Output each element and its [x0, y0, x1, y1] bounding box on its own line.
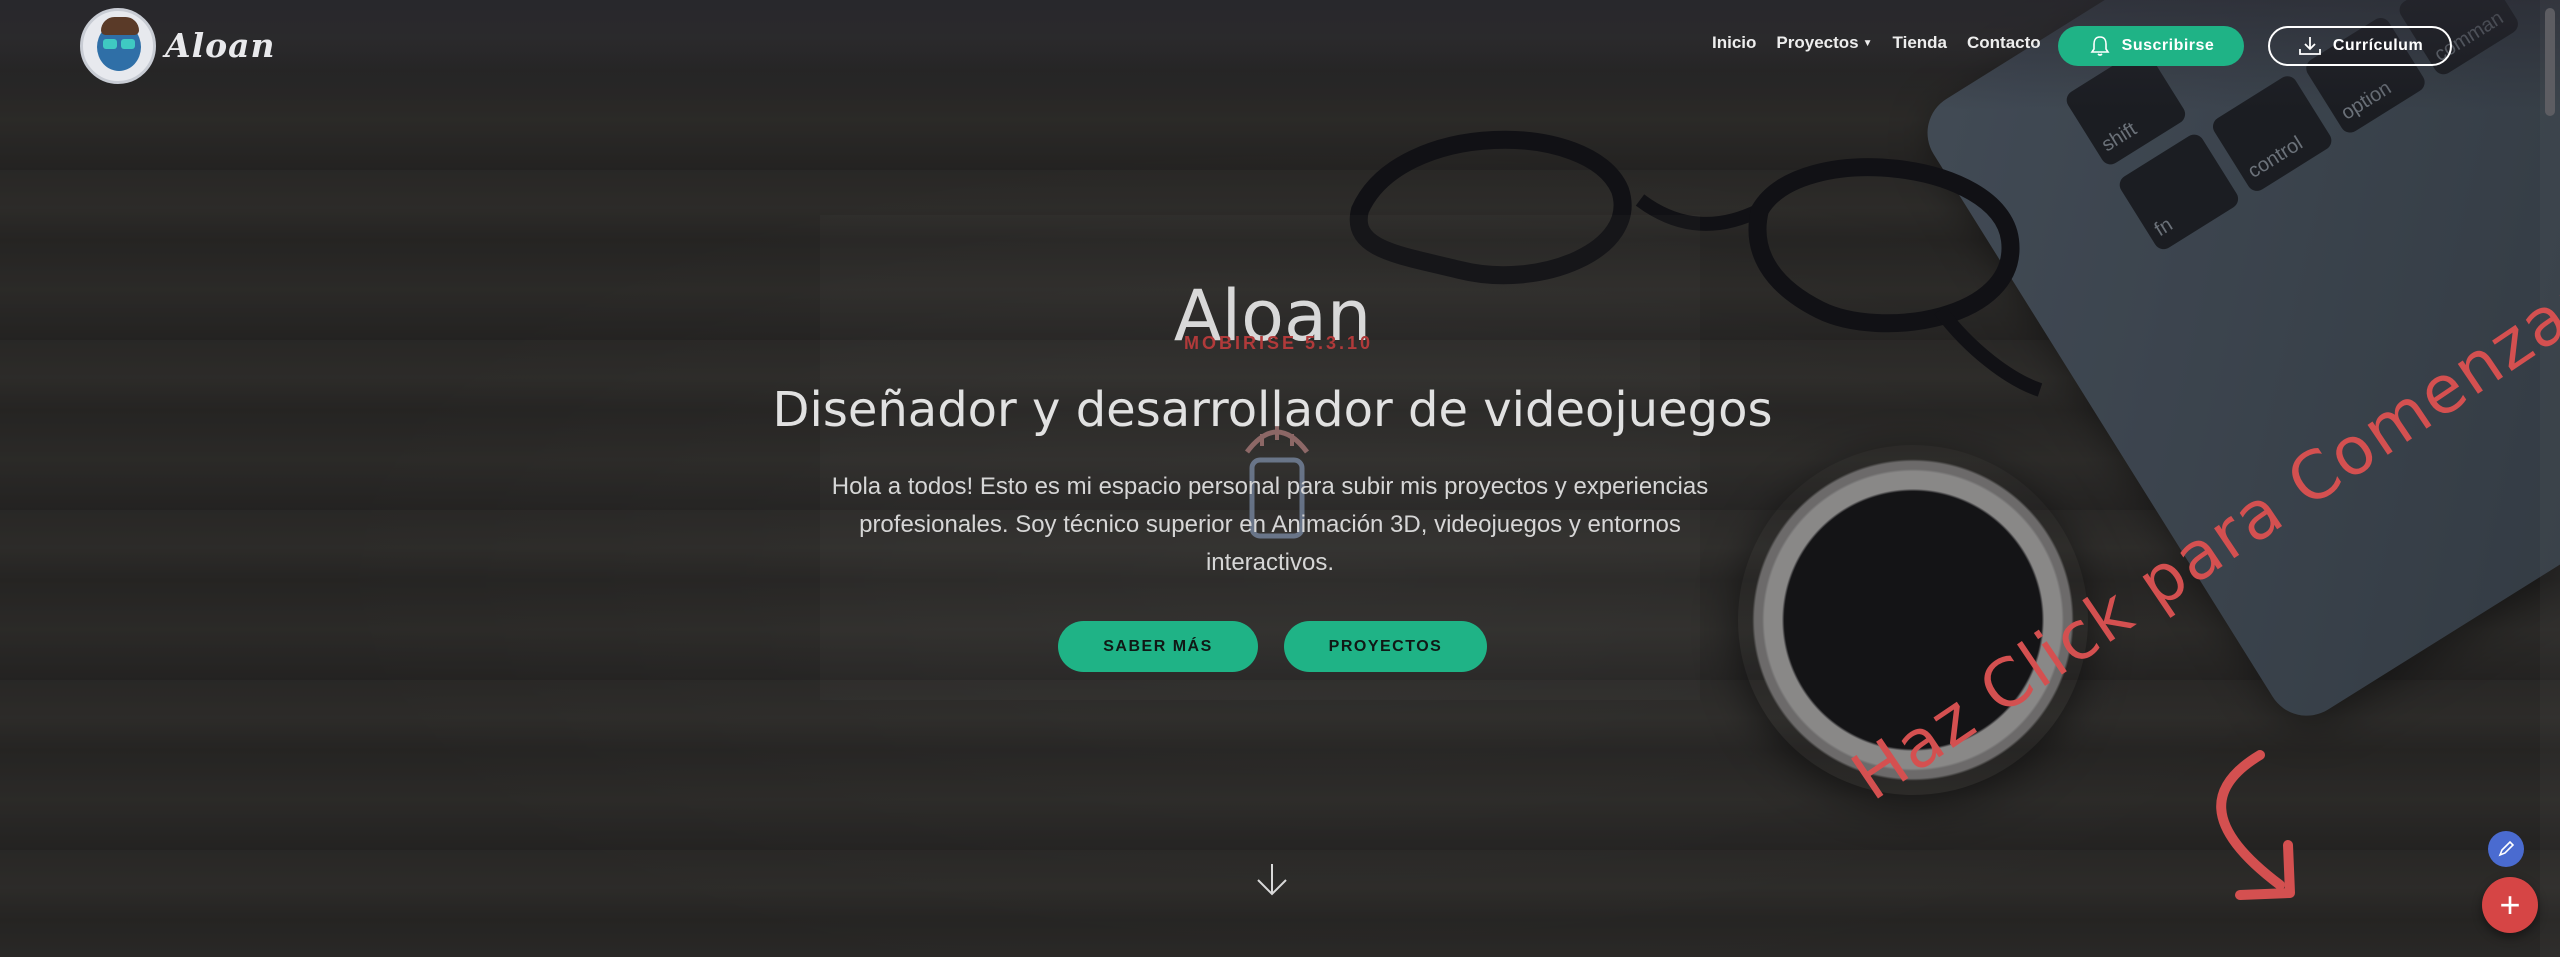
arrow-down-icon[interactable] [1254, 862, 1290, 898]
proyectos-button[interactable]: PROYECTOS [1284, 621, 1487, 672]
avatar-glasses [103, 39, 117, 49]
scrollbar-thumb[interactable] [2545, 8, 2555, 116]
hero-description: Hola a todos! Esto es mi espacio persona… [831, 473, 1709, 576]
avatar-glasses [121, 39, 135, 49]
button-label: SABER MÁS [1103, 637, 1213, 655]
nav-item-contacto[interactable]: Contacto [1967, 33, 2041, 53]
plus-icon: + [2499, 884, 2521, 925]
nav-item-inicio[interactable]: Inicio [1712, 33, 1756, 53]
nav-item-proyectos[interactable]: Proyectos ▼ [1776, 33, 1872, 53]
nav-item-label: Proyectos [1776, 33, 1859, 52]
nav-item-label: Inicio [1712, 33, 1757, 52]
edit-button[interactable] [2488, 831, 2524, 867]
saber-mas-button[interactable]: SABER MÁS [1058, 621, 1258, 672]
caret-down-icon: ▼ [1862, 37, 1873, 49]
mobirise-badge: MOBIRISE 5.3.10 [1184, 333, 1374, 353]
page-scrollbar[interactable] [2540, 0, 2560, 957]
curved-arrow-icon [2216, 750, 2295, 900]
bell-icon [2090, 36, 2110, 56]
add-block-button[interactable]: + [2482, 877, 2538, 933]
navbar: Aloan Inicio Proyectos ▼ Tienda Contacto … [0, 0, 2560, 92]
nav-item-label: Contacto [1967, 33, 2041, 52]
brand-name[interactable]: Aloan [165, 26, 276, 65]
avatar-hair [101, 17, 139, 35]
nav-menu: Inicio Proyectos ▼ Tienda Contacto [1712, 33, 2061, 53]
subscribe-label: Suscribirse [2121, 37, 2215, 54]
nav-item-label: Tienda [1892, 33, 1947, 52]
subscribe-button[interactable]: Suscribirse [2058, 26, 2244, 66]
pencil-icon [2498, 840, 2515, 857]
hero-subtitle: Diseñador y desarrollador de videojuegos [772, 382, 1773, 438]
button-label: PROYECTOS [1328, 637, 1443, 655]
cv-label: Currículum [2332, 37, 2424, 54]
logo-avatar[interactable] [80, 8, 156, 84]
cv-button[interactable]: Currículum [2268, 26, 2452, 66]
nav-item-tienda[interactable]: Tienda [1893, 33, 1947, 53]
download-icon [2298, 37, 2321, 55]
